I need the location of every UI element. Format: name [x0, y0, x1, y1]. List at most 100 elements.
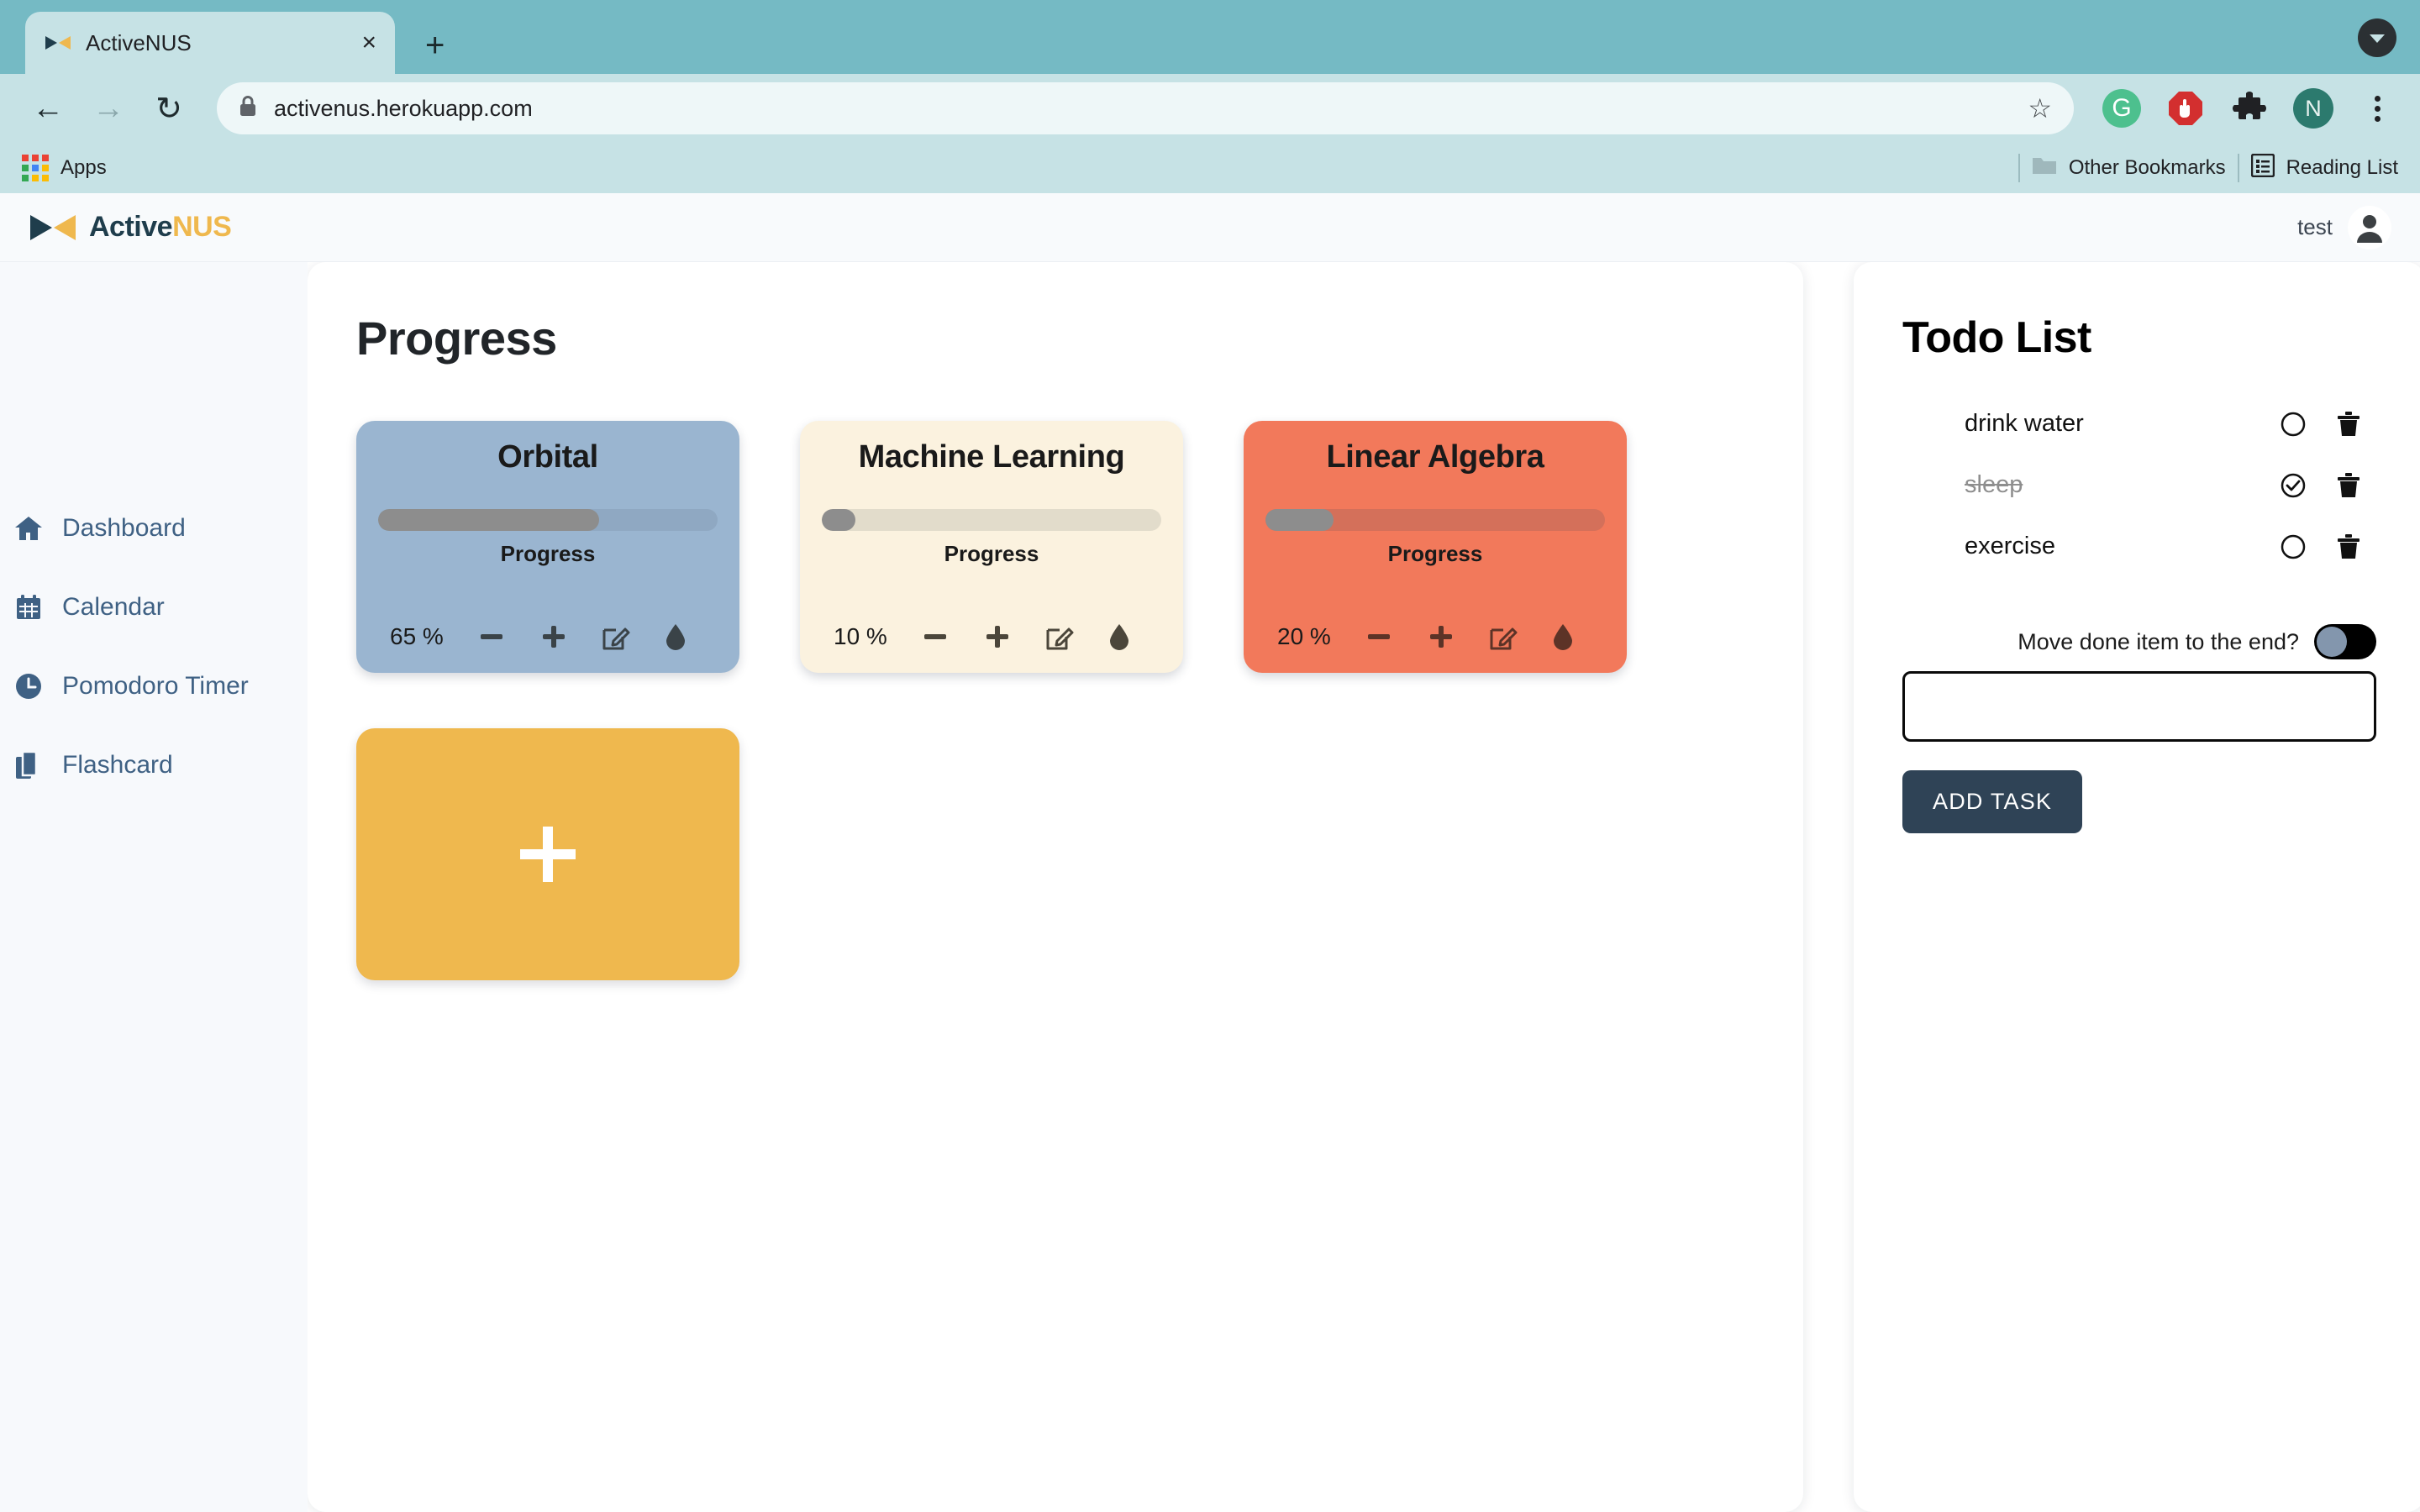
bookmarks-divider-2 — [2237, 154, 2239, 182]
reload-button[interactable]: ↻ — [143, 82, 195, 134]
sidebar-item-label: Calendar — [62, 593, 165, 621]
grammarly-extension[interactable]: G — [2101, 87, 2143, 129]
other-bookmarks-button[interactable]: Other Bookmarks — [2032, 155, 2226, 181]
apps-shortcut[interactable]: Apps — [22, 155, 107, 181]
minus-icon[interactable] — [921, 622, 950, 651]
sidebar: Dashboard Calendar Pomodoro Timer Flashc… — [0, 262, 308, 1512]
bookmarks-divider — [2018, 154, 2020, 182]
tab-strip: ActiveNUS × + — [0, 0, 2420, 74]
url-text: activenus.herokuapp.com — [274, 95, 533, 121]
water-droplet-icon[interactable] — [1107, 622, 1131, 651]
module-card-actions: 65 % — [390, 622, 687, 651]
progress-bar-track — [378, 509, 718, 531]
progress-bar-label: Progress — [1387, 541, 1483, 566]
back-button[interactable]: ← — [22, 82, 74, 134]
plus-icon[interactable] — [1427, 622, 1455, 651]
toggle-knob — [2317, 627, 2347, 657]
sidebar-item-label: Dashboard — [62, 514, 186, 542]
header-user-area: test — [2297, 205, 2391, 249]
module-card-grid: Orbital Progress 65 % Machine Learning P… — [356, 421, 1803, 980]
plus-icon[interactable] — [983, 622, 1012, 651]
activenus-favicon — [44, 34, 72, 52]
bookmarks-bar: Apps Other Bookmarks Reading List — [0, 143, 2420, 193]
home-icon — [13, 515, 44, 542]
plus-icon — [520, 827, 576, 882]
trash-icon[interactable] — [2321, 411, 2376, 438]
module-card[interactable]: Orbital Progress 65 % — [356, 421, 739, 673]
sidebar-item-dashboard[interactable]: Dashboard — [0, 514, 308, 543]
browser-toolbar: ← → ↻ activenus.herokuapp.com ☆ G N — [0, 74, 2420, 143]
water-droplet-icon[interactable] — [1551, 622, 1575, 651]
progress-bar-track — [1265, 509, 1605, 531]
star-icon[interactable]: ☆ — [2028, 92, 2052, 124]
sidebar-item-pomodoro-timer[interactable]: Pomodoro Timer — [0, 672, 308, 701]
todo-title: Todo List — [1902, 313, 2091, 362]
circle-icon[interactable] — [2265, 412, 2321, 437]
address-bar[interactable]: activenus.herokuapp.com ☆ — [217, 82, 2074, 134]
check-circle-icon[interactable] — [2265, 473, 2321, 498]
add-task-button[interactable]: ADD TASK — [1902, 770, 2083, 833]
progress-percent: 20 % — [1277, 623, 1331, 649]
app-logo[interactable]: ActiveNUS — [29, 211, 232, 244]
module-card-title: Linear Algebra — [1326, 439, 1544, 475]
module-card-title: Machine Learning — [858, 439, 1125, 475]
forward-button[interactable]: → — [82, 82, 134, 134]
list-item[interactable]: sleep — [1902, 471, 2376, 499]
extensions-puzzle-icon[interactable] — [2228, 87, 2270, 129]
web-page: ActiveNUS test Dashboard Calendar Pomodo… — [0, 193, 2420, 1512]
sidebar-item-flashcard[interactable]: Flashcard — [0, 751, 308, 780]
reading-list-button[interactable]: Reading List — [2250, 153, 2398, 183]
progress-percent: 65 % — [390, 623, 444, 649]
todo-item-text: exercise — [1965, 533, 2055, 559]
move-done-toggle[interactable] — [2314, 624, 2376, 659]
new-tab-button[interactable]: + — [425, 29, 445, 62]
module-card[interactable]: Linear Algebra Progress 20 % — [1244, 421, 1627, 673]
list-item[interactable]: drink water — [1902, 410, 2376, 438]
user-name: test — [2297, 214, 2333, 239]
extension-icons: G N — [2096, 87, 2398, 129]
todo-item-text: sleep — [1965, 471, 2023, 498]
plus-icon[interactable] — [539, 622, 568, 651]
profile-avatar[interactable]: N — [2292, 87, 2334, 129]
reading-list-icon — [2250, 153, 2275, 183]
edit-pencil-square-icon[interactable] — [602, 622, 630, 651]
add-module-card-button[interactable] — [356, 728, 739, 980]
todo-item-text: drink water — [1965, 410, 2084, 437]
move-done-toggle-label: Move done item to the end? — [2018, 628, 2299, 654]
user-avatar-icon[interactable] — [2348, 205, 2391, 249]
circle-icon[interactable] — [2265, 534, 2321, 559]
folder-icon — [2032, 155, 2057, 181]
app-body: Dashboard Calendar Pomodoro Timer Flashc… — [0, 262, 2420, 1512]
tab-search-chevron-icon[interactable] — [2358, 18, 2396, 57]
trash-icon[interactable] — [2321, 533, 2376, 560]
logo-text-nus: NUS — [172, 211, 232, 243]
sidebar-item-calendar[interactable]: Calendar — [0, 593, 308, 622]
lock-icon — [239, 95, 257, 122]
progress-bar-track — [822, 509, 1161, 531]
minus-icon[interactable] — [477, 622, 506, 651]
module-card[interactable]: Machine Learning Progress 10 % — [800, 421, 1183, 673]
new-task-input[interactable] — [1902, 671, 2376, 742]
progress-bar-label: Progress — [944, 541, 1039, 566]
close-icon[interactable]: × — [361, 30, 376, 55]
trash-icon[interactable] — [2321, 472, 2376, 499]
module-card-title: Orbital — [497, 439, 598, 475]
tab-title: ActiveNUS — [86, 29, 192, 55]
page-title: Progress — [356, 312, 557, 365]
todo-list: drink water sleep exercise — [1902, 410, 2376, 560]
chrome-menu-icon[interactable] — [2356, 87, 2398, 129]
water-droplet-icon[interactable] — [664, 622, 687, 651]
adblock-extension[interactable] — [2165, 87, 2207, 129]
apps-grid-icon — [22, 155, 49, 181]
sidebar-item-label: Pomodoro Timer — [62, 672, 249, 700]
module-card-actions: 20 % — [1277, 622, 1575, 651]
edit-pencil-square-icon[interactable] — [1489, 622, 1518, 651]
minus-icon[interactable] — [1365, 622, 1393, 651]
reading-list-label: Reading List — [2286, 156, 2398, 179]
todo-panel: Todo List drink water sleep exercise Mov… — [1854, 262, 2420, 1512]
edit-pencil-square-icon[interactable] — [1045, 622, 1074, 651]
browser-tab-activenus[interactable]: ActiveNUS × — [25, 12, 395, 74]
move-done-toggle-row: Move done item to the end? — [1902, 624, 2376, 659]
list-item[interactable]: exercise — [1902, 533, 2376, 560]
other-bookmarks-label: Other Bookmarks — [2068, 156, 2226, 179]
